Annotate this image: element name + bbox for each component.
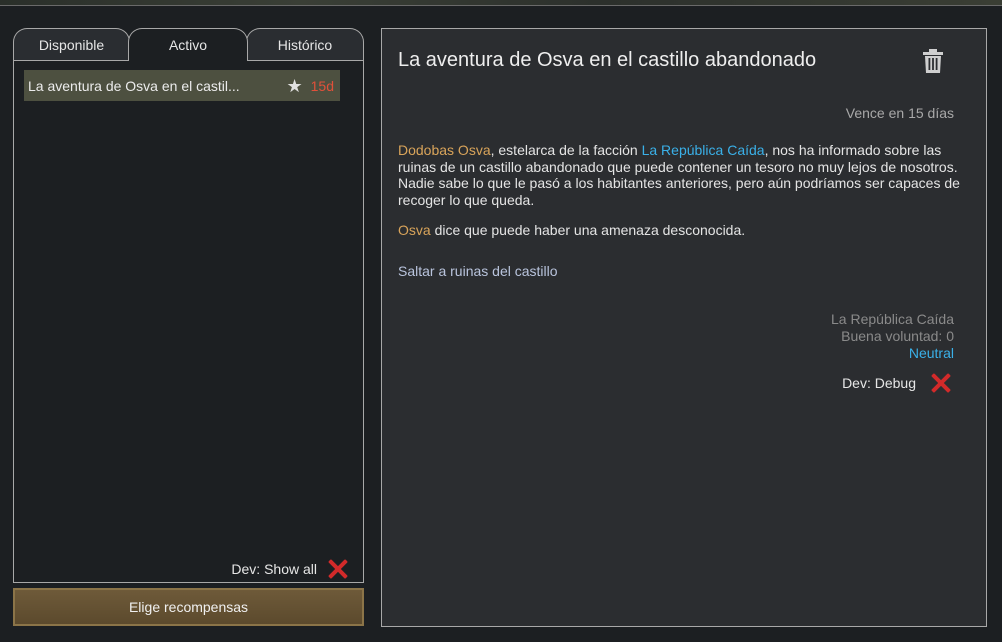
threat-text: dice que puede haber una amenaza descono… xyxy=(430,222,746,238)
quest-item-days: 15d xyxy=(310,77,334,94)
quest-detail-panel: La aventura de Osva en el castillo aband… xyxy=(381,28,987,627)
dev-debug: Dev: Debug xyxy=(842,372,952,394)
dev-debug-label: Dev: Debug xyxy=(842,375,916,391)
threat-description: Osva dice que puede haber una amenaza de… xyxy=(398,222,968,238)
trash-icon[interactable] xyxy=(922,48,944,74)
faction-relation-status: Neutral xyxy=(908,345,954,361)
jump-to-location-link[interactable]: Saltar a ruinas del castillo xyxy=(398,263,558,279)
tab-historico[interactable]: Histórico xyxy=(246,28,364,61)
quest-list-panel: La aventura de Osva en el castil... ★ 15… xyxy=(13,60,364,583)
star-icon[interactable]: ★ xyxy=(287,77,303,95)
faction-goodwill: Buena voluntad: 0 xyxy=(841,328,954,344)
faction-info: La República Caída Buena voluntad: 0 Neu… xyxy=(831,311,954,362)
choose-rewards-button[interactable]: Elige recompensas xyxy=(13,588,364,626)
person-name-short: Osva xyxy=(398,222,431,238)
faction-name-link: La República Caída xyxy=(641,142,765,158)
close-icon[interactable] xyxy=(327,558,349,580)
quest-tabs: Disponible Histórico Activo xyxy=(13,28,364,61)
close-icon[interactable] xyxy=(930,372,952,394)
faction-info-name: La República Caída xyxy=(831,311,954,327)
quest-description: Dodobas Osva, estelarca de la facción La… xyxy=(398,142,968,208)
tab-activo[interactable]: Activo xyxy=(128,28,248,61)
desc-text-1: , estelarca de la facción xyxy=(490,142,642,158)
due-date: Vence en 15 días xyxy=(845,105,954,121)
dev-show-all-label: Dev: Show all xyxy=(231,561,317,577)
dev-show-all: Dev: Show all xyxy=(231,558,349,580)
quest-item-title: La aventura de Osva en el castil... xyxy=(28,77,240,94)
tab-disponible[interactable]: Disponible xyxy=(13,28,130,61)
top-strip xyxy=(0,0,1002,6)
person-name: Dodobas Osva xyxy=(398,142,491,158)
quest-detail-title: La aventura de Osva en el castillo aband… xyxy=(398,49,817,71)
quest-list-item[interactable]: La aventura de Osva en el castil... ★ 15… xyxy=(24,70,340,101)
